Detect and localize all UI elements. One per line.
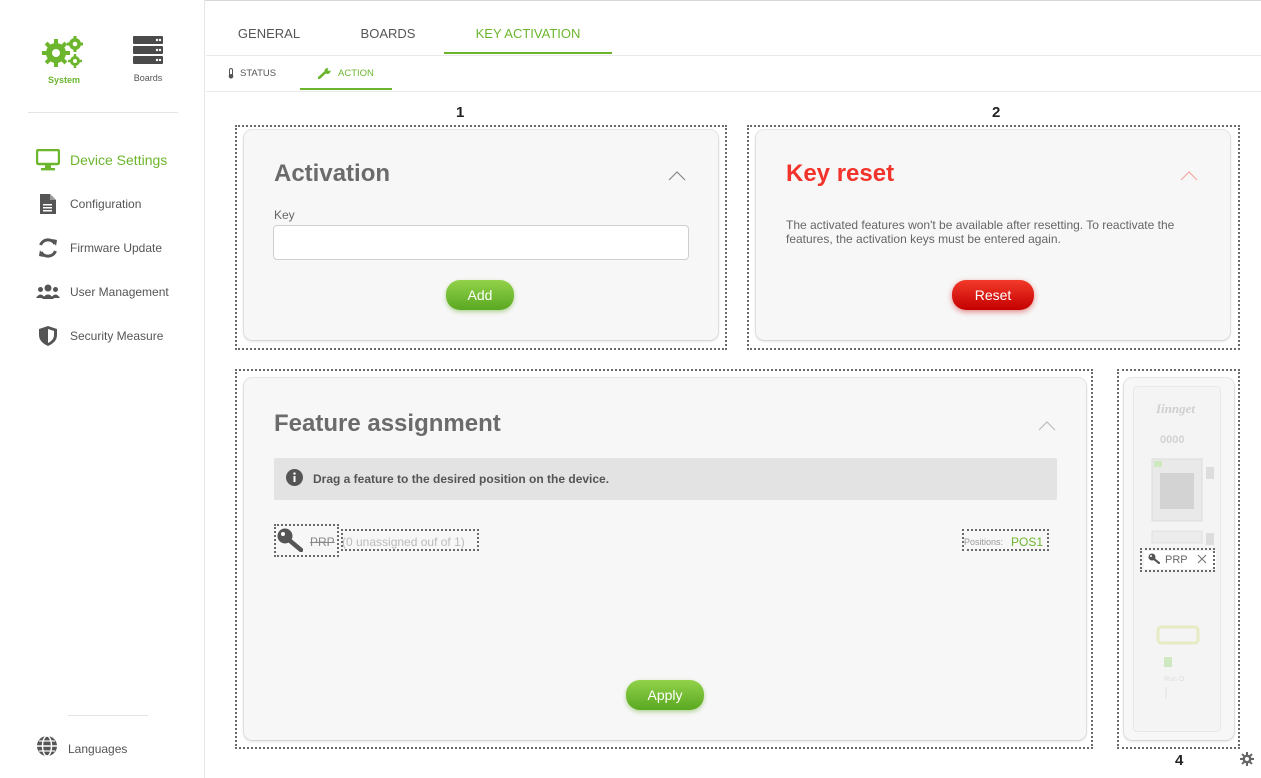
subtab-action-label: ACTION	[338, 68, 374, 79]
key-label: Key	[274, 208, 295, 222]
callout-box-8	[1140, 548, 1215, 572]
system-label: System	[47, 75, 81, 85]
sidebar-item-label: Firmware Update	[70, 241, 163, 255]
sidebar-item-firmware-update[interactable]: Firmware Update	[36, 226, 196, 270]
callout-number-1: 1	[456, 104, 465, 121]
callout-number-2: 2	[992, 104, 1001, 121]
sidebar-item-device-settings[interactable]: Device Settings	[36, 138, 196, 182]
info-icon	[286, 469, 303, 489]
sidebar-divider	[28, 112, 178, 113]
sidebar-nav: Device Settings Configuration Firmware U…	[36, 138, 196, 358]
server-icon	[133, 36, 163, 70]
subtab-status-label: STATUS	[240, 68, 277, 79]
key-input[interactable]	[273, 225, 689, 260]
sidebar-item-security-measure[interactable]: Security Measure	[36, 314, 196, 358]
thermometer-icon	[228, 68, 240, 82]
tab-general[interactable]: GENERAL	[206, 18, 332, 54]
activation-title: Activation	[274, 160, 391, 187]
sidebar-bottom-divider	[68, 715, 148, 716]
boards-nav-button[interactable]: Boards	[118, 34, 178, 83]
svg-text:Iinnget: Iinnget	[1155, 401, 1195, 416]
sidebar-top-icons: System Boards	[26, 34, 186, 94]
callout-box-7	[962, 529, 1049, 551]
key-reset-description: The activated features won't be availabl…	[786, 218, 1175, 246]
boards-label: Boards	[133, 73, 163, 83]
main-tabs: GENERAL BOARDS KEY ACTIVATION	[206, 18, 612, 54]
key-reset-title: Key reset	[786, 160, 895, 187]
callout-box-6	[341, 529, 479, 551]
chevron-up-icon[interactable]	[668, 168, 686, 186]
gears-icon	[42, 36, 86, 72]
apply-button[interactable]: Apply	[626, 680, 704, 710]
subtab-status[interactable]: STATUS	[216, 62, 300, 90]
gear-icon[interactable]	[1240, 752, 1254, 771]
add-button[interactable]: Add	[446, 280, 514, 310]
sidebar: System Boards Device Settings Configurat…	[0, 0, 205, 778]
tabs-divider	[206, 55, 1261, 56]
monitor-icon	[36, 148, 60, 172]
shield-icon	[36, 324, 60, 348]
reset-button[interactable]: Reset	[952, 280, 1034, 310]
key-reset-card: Key reset The activated features won't b…	[756, 130, 1230, 340]
sidebar-item-label: Device Settings	[70, 152, 168, 168]
languages-label: Languages	[68, 741, 128, 756]
sidebar-item-configuration[interactable]: Configuration	[36, 182, 196, 226]
feature-assignment-title: Feature assignment	[274, 410, 501, 437]
users-icon	[36, 280, 60, 304]
callout-box-5	[274, 524, 339, 557]
sidebar-item-label: Configuration	[70, 197, 142, 211]
document-icon	[36, 192, 60, 216]
activation-card: Activation Key Add	[244, 130, 718, 340]
subtab-action[interactable]: ACTION	[300, 62, 392, 90]
info-text: Drag a feature to the desired position o…	[313, 472, 610, 486]
system-nav-button[interactable]: System	[34, 34, 94, 85]
sidebar-item-label: User Management	[70, 285, 169, 299]
chevron-up-icon[interactable]	[1180, 168, 1198, 186]
refresh-icon	[36, 236, 60, 260]
subtabs-divider	[206, 91, 1261, 92]
wrench-icon	[317, 68, 338, 82]
svg-text:0000: 0000	[1160, 434, 1184, 446]
tab-boards[interactable]: BOARDS	[332, 18, 444, 54]
sidebar-item-user-management[interactable]: User Management	[36, 270, 196, 314]
svg-text:Run O: Run O	[1164, 676, 1185, 683]
sub-tabs: STATUS ACTION	[216, 62, 392, 90]
chevron-up-icon[interactable]	[1038, 418, 1056, 436]
tab-key-activation[interactable]: KEY ACTIVATION	[444, 18, 612, 54]
sidebar-item-label: Security Measure	[70, 329, 164, 343]
globe-icon	[36, 735, 58, 762]
callout-number-4: 4	[1175, 752, 1184, 769]
info-banner: Drag a feature to the desired position o…	[274, 458, 1057, 500]
feature-assignment-card: Feature assignment Drag a feature to the…	[244, 378, 1086, 740]
languages-button[interactable]: Languages	[36, 735, 127, 762]
